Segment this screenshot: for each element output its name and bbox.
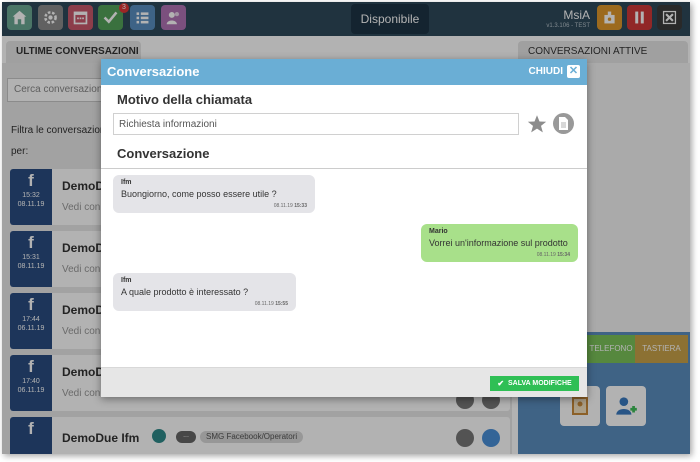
modal-footer: ✔ SALVA MODIFICHE [101,367,587,397]
save-button-label: SALVA MODIFICHE [508,380,572,387]
message-bubble-incoming: Ifm Buongiorno, come posso essere utile … [113,175,315,213]
close-button[interactable]: CHIUDI [529,66,563,77]
save-button[interactable]: ✔ SALVA MODIFICHE [490,376,579,391]
check-icon: ✔ [497,379,505,388]
message-timestamp: 08.11.19 15:34 [536,252,570,258]
modal-header: Conversazione CHIUDI ✕ [101,59,587,85]
message-author: Mario [429,228,448,235]
message-text: A quale prodotto è interessato ? [121,287,249,297]
reason-input[interactable] [113,113,519,135]
message-author: Ifm [121,179,132,186]
message-bubble-incoming: Ifm A quale prodotto è interessato ? 08.… [113,273,296,311]
conversation-heading: Conversazione [117,146,210,161]
message-timestamp: 08.11.19 15:33 [273,203,307,209]
message-author: Ifm [121,277,132,284]
message-bubble-outgoing: Mario Vorrei un'informazione sul prodott… [421,224,578,262]
conversation-modal: Conversazione CHIUDI ✕ Motivo della chia… [101,59,587,397]
chat-area[interactable]: Ifm Buongiorno, come posso essere utile … [101,169,587,367]
app-window: 3 Disponibile MsiA v1.3.106 - TEST ULTIM… [2,2,690,454]
document-icon[interactable] [553,113,574,134]
message-timestamp: 08.11.19 15:55 [254,301,288,307]
modal-title: Conversazione [107,64,200,79]
file-icon [559,117,568,130]
message-text: Vorrei un'informazione sul prodotto [429,238,568,248]
star-icon[interactable] [527,114,547,134]
message-text: Buongiorno, come posso essere utile ? [121,189,277,199]
close-icon[interactable]: ✕ [567,65,580,78]
reason-heading: Motivo della chiamata [117,92,253,107]
